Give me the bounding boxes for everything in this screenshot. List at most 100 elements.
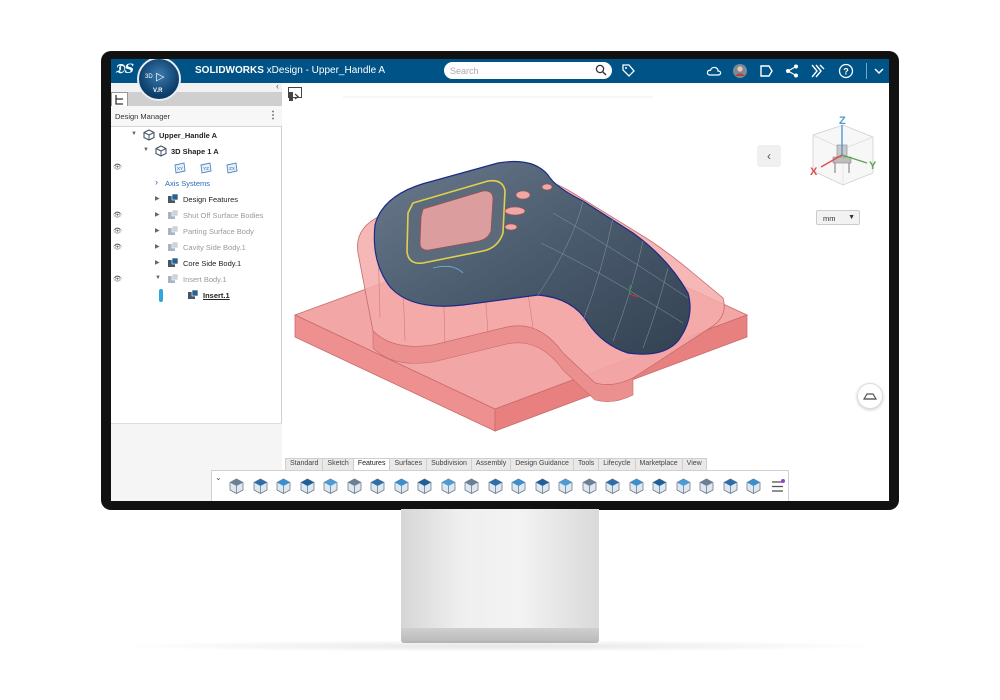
scale-icon[interactable] [721,477,740,496]
draft-icon[interactable] [462,477,481,496]
ds-logo[interactable]: 𝔇S [115,62,134,77]
search-input[interactable] [450,64,590,77]
visibility-eye-icon[interactable]: 👁 [113,211,122,219]
tab-sketch[interactable]: Sketch [322,458,354,470]
navigation-cube[interactable]: Z X Y [795,115,885,200]
network-icon[interactable] [784,63,800,79]
caret-right-icon[interactable]: ▶ [155,195,160,202]
tree-row[interactable]: 👁 ▶ Cavity Side Body.1 [111,240,282,256]
play-icon: ▷ [156,71,165,83]
tab-assembly[interactable]: Assembly [470,458,512,470]
revolve-icon[interactable] [251,477,270,496]
delete-body-icon[interactable] [674,477,693,496]
tree-row[interactable]: 👁 ▶ Shut Off Surface Bodies [111,208,282,224]
stand-shadow [110,640,890,652]
extrude-icon[interactable] [227,477,246,496]
caret-right-icon[interactable]: ▶ [155,211,160,218]
y-axis-label: Y [869,160,877,172]
visibility-eye-icon[interactable]: 👁 [113,243,122,251]
tree-row[interactable]: ▼ Upper_Handle A [111,128,282,144]
tree-tab[interactable] [111,92,128,106]
brand-name: SOLIDWORKS [195,65,264,76]
hole-icon[interactable] [368,477,387,496]
feature-icon [168,241,179,251]
tab-design-guidance[interactable]: Design Guidance [510,458,574,470]
tree-row[interactable]: 👁 ▶ Parting Surface Body [111,224,282,240]
3d-viewport[interactable]: ‹ Z X Y mm ▼ [283,83,889,501]
move-body-icon[interactable] [697,477,716,496]
sweep-icon[interactable] [274,477,293,496]
tab-features[interactable]: Features [352,458,391,470]
caret-down-icon[interactable]: ▼ [131,131,137,137]
tab-tools[interactable]: Tools [572,458,600,470]
kebab-menu-icon[interactable]: ⋮ [268,110,278,121]
plane-icon[interactable]: XY [173,162,187,174]
tag-icon[interactable] [621,63,635,78]
monitor-frame: 𝔇S 3D ▷ V.R SOLIDWORKS xDesign - Upper_H… [101,51,899,510]
rib-icon[interactable] [533,477,552,496]
caret-right-icon[interactable]: ▶ [155,259,160,266]
help-icon[interactable]: ? [838,63,854,79]
caret-right-icon[interactable]: ▶ [155,243,160,250]
tree-row[interactable]: 👁 XY YZ ZX [111,160,282,176]
tree-row[interactable]: ▼ 3D Shape 1 A [111,144,282,160]
shell-icon[interactable] [439,477,458,496]
visibility-eye-icon[interactable]: 👁 [113,275,122,283]
avatar[interactable] [732,63,748,79]
pattern-icon[interactable] [509,477,528,496]
tab-surfaces[interactable]: Surfaces [389,458,428,470]
plane-icon[interactable]: ZX [225,162,239,174]
mirror-icon[interactable] [486,477,505,496]
compass-button[interactable]: 3D ▷ V.R [137,59,181,101]
svg-text:ZX: ZX [229,166,235,171]
wrap-icon[interactable] [650,477,669,496]
tab-subdivision[interactable]: Subdivision [426,458,472,470]
fillet-icon[interactable] [392,477,411,496]
tree-row[interactable]: ▶ Core Side Body.1 [111,256,282,272]
tree-row[interactable]: 👁 ▼ Insert Body.1 [111,272,282,288]
emboss-icon[interactable] [744,477,763,496]
caret-right-icon[interactable]: › [155,177,158,187]
design-manager-header: Design Manager ⋮ [111,106,282,127]
visibility-eye-icon[interactable]: 👁 [113,163,122,171]
more-icon[interactable] [768,477,787,496]
tree-row[interactable]: ▶ Design Features [111,192,282,208]
panel-toggle-icon[interactable] [288,87,302,101]
tab-marketplace[interactable]: Marketplace [634,458,683,470]
tab-view[interactable]: View [681,458,707,470]
shape-icon [143,129,155,141]
previous-view-button[interactable]: ‹ [757,145,781,167]
split-icon[interactable] [580,477,599,496]
chevron-down-icon[interactable] [871,63,887,79]
search-box[interactable] [444,62,612,79]
tree-item-label: Parting Surface Body [183,227,254,236]
measure-button[interactable] [857,383,883,409]
units-dropdown[interactable]: mm ▼ [816,210,860,225]
caret-down-icon[interactable]: ▼ [155,275,161,281]
plane-icon[interactable]: YZ [199,162,213,174]
chamfer-icon[interactable] [415,477,434,496]
expand-toolbar-icon[interactable]: ⌄ [215,473,222,482]
thicken-icon[interactable] [627,477,646,496]
tree-row[interactable]: › Axis Systems [111,176,282,192]
visibility-eye-icon[interactable]: 👁 [113,227,122,235]
cloud-icon[interactable] [706,63,722,79]
tab-lifecycle[interactable]: Lifecycle [598,458,636,470]
compass-3d-label: 3D [145,74,153,80]
cut-icon[interactable] [345,477,364,496]
tree-item-label: Axis Systems [165,179,211,188]
loft-icon[interactable] [298,477,317,496]
share-icon[interactable] [758,63,774,79]
collapse-panel-icon[interactable]: ‹ [276,81,279,91]
tree-row[interactable]: Insert.1 [111,288,282,304]
combine-icon[interactable] [603,477,622,496]
apps-icon[interactable] [810,63,826,79]
caret-right-icon[interactable]: ▶ [155,227,160,234]
pipe-icon[interactable] [321,477,340,496]
command-tabs: Standard Sketch Features Surfaces Subdivisio… [285,458,707,470]
caret-down-icon[interactable]: ▼ [143,147,149,153]
tab-standard[interactable]: Standard [285,458,324,470]
svg-text:YZ: YZ [203,166,209,171]
boss-icon[interactable] [556,477,575,496]
search-icon[interactable] [595,64,607,76]
